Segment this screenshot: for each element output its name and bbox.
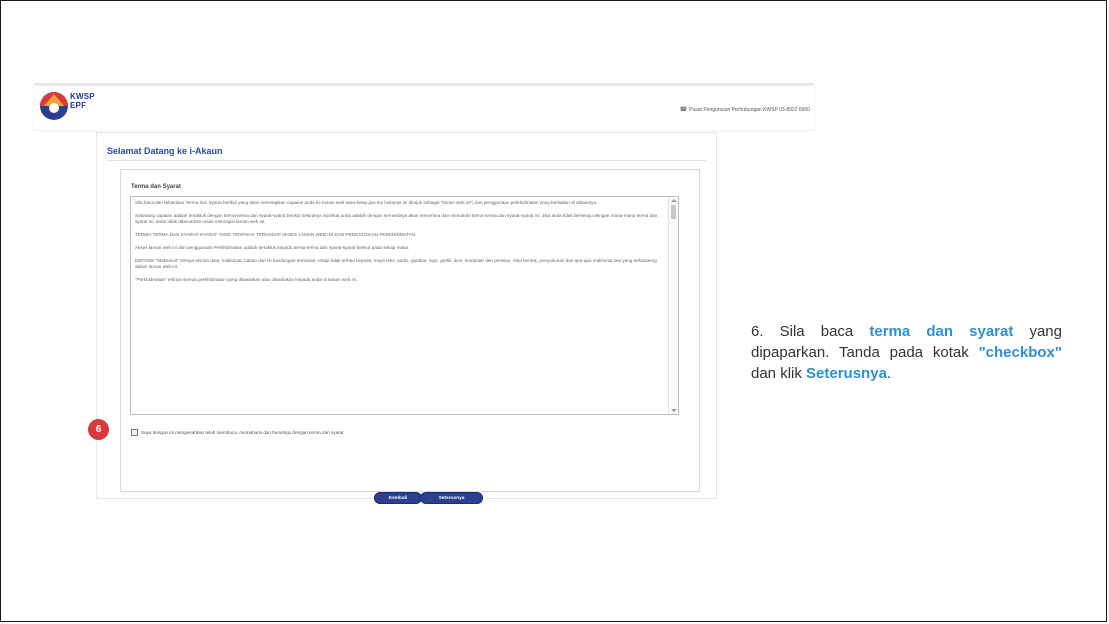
terms-paragraph: TERMA-TERMA DAN SYARAT-SYARAT YANG TERPA… [135,232,417,238]
next-button[interactable]: Seterusnya [420,492,483,504]
instruction-text: 6. Sila baca terma dan syarat yang dipap… [751,321,1062,384]
agree-checkbox[interactable] [131,429,138,436]
step-badge: 6 [88,419,109,440]
scroll-thumb[interactable] [671,205,676,219]
instruction-terms-highlight: terma dan syarat [869,323,1014,340]
phone-icon: ☎ [679,107,688,113]
instruction-next-highlight: Seterusnya [806,365,887,382]
terms-scrollbar[interactable] [668,197,678,414]
app-header: KWSP EPF ☎ Pusat Pengurusan Perhubungan K… [34,83,814,130]
contact-text: Pusat Pengurusan Perhubungan KWSP 03-892… [689,107,810,113]
terms-paragraph: Sila baca dan fahamkan Terma dan Syarat … [135,200,598,205]
terms-paragraph: "Perkhidmatan" ertinya semua perkhidmata… [135,277,358,283]
scroll-up-icon[interactable] [671,199,677,202]
instruction-prefix: 6. Sila baca [751,323,870,340]
page-title: Selamat Datang ke i-Akaun [107,146,223,156]
back-button[interactable]: Kembali [374,492,422,504]
instruction-middle-2: dan klik [751,365,807,382]
logo-line-2: EPF [70,101,87,110]
content-area: Selamat Datang ke i-Akaun Terma dan Syar… [96,132,717,504]
terms-paragraph: Akses laman web ini dan penggunaan Perkh… [135,245,410,251]
terms-text: Sila baca dan fahamkan Terma dan Syarat … [135,200,665,290]
terms-panel: Terma dan Syarat Sila baca dan fahamkan … [120,169,700,504]
terms-textarea[interactable]: Sila baca dan fahamkan Terma dan Syarat … [130,196,679,415]
instruction-suffix: . [886,365,892,382]
scroll-down-icon[interactable] [671,409,677,412]
title-divider [107,160,706,161]
contact-info: ☎ Pusat Pengurusan Perhubungan KWSP 03-89… [680,106,810,113]
slide-frame: KWSP EPF ☎ Pusat Pengurusan Perhubungan K… [0,0,1107,622]
terms-paragraph: DEFINISI "Maklumat" ertinya semua data, … [135,258,657,270]
logo-line-1: KWSP [70,92,95,101]
agree-label: Saya dengan ini mengesahkan telah membac… [141,430,345,435]
instruction-checkbox-highlight: "checkbox" [978,344,1062,361]
terms-paragraph: Sebarang capaian adalah tertakluk dengan… [135,212,658,225]
terms-heading: Terma dan Syarat [131,184,181,190]
kwsp-logo-icon [40,92,68,120]
logo-text: KWSP EPF [70,92,95,110]
